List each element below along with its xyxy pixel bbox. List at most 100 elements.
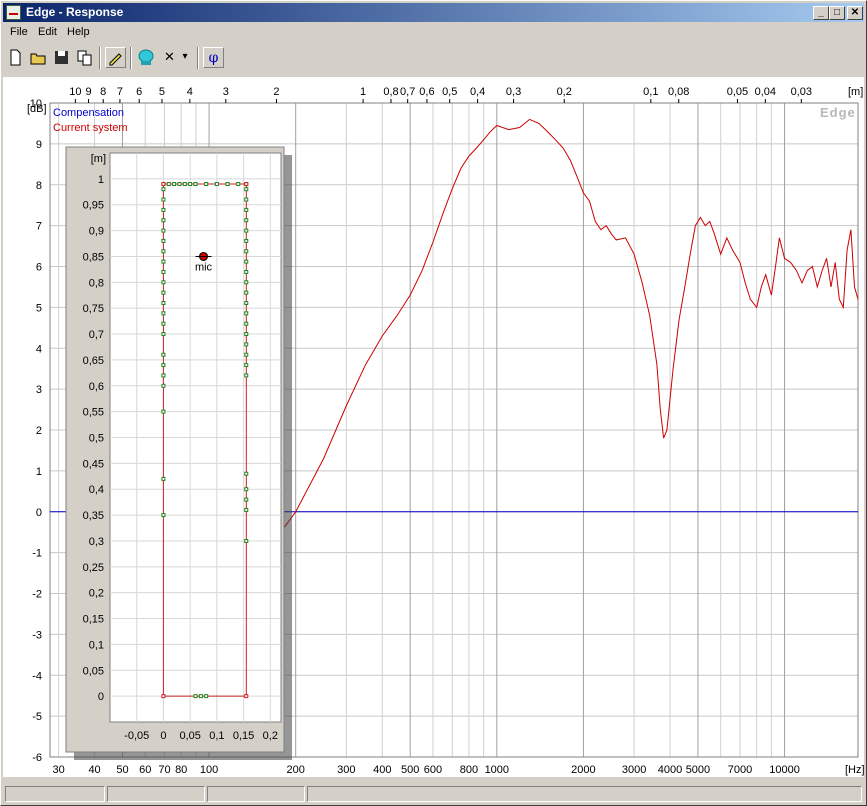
top-tick-label: 0,08: [668, 86, 689, 98]
y-tick-label: -4: [32, 670, 42, 682]
source-marker: [161, 476, 166, 481]
x-tick-label: 30: [52, 764, 64, 776]
source-marker: [161, 249, 166, 254]
response-plot[interactable]: 10 9 8 7 6 5 4 3 2 1 0 -1 -2 -3 -4 -5 -6 [dB] 30 40 50 60 70 80…: [3, 77, 865, 777]
x-tick-label: 300: [337, 764, 355, 776]
x-tick-label: 5000: [686, 764, 710, 776]
status-panel-2: [107, 786, 205, 802]
top-tick-label: 0,6: [419, 86, 434, 98]
copy-icon[interactable]: [74, 47, 95, 68]
top-tick-label: 3: [223, 86, 229, 98]
inset-y-tick-label: 0,2: [89, 588, 104, 600]
source-marker: [161, 228, 166, 233]
menu-edit[interactable]: Edit: [38, 26, 57, 38]
x-unit-label: [Hz]: [845, 764, 864, 776]
source-marker: [244, 290, 249, 295]
legend-entry: Compensation: [53, 107, 124, 119]
y-tick-label: -1: [32, 548, 42, 560]
y-tick-label: 7: [36, 221, 42, 233]
inset-y-tick-label: 0,35: [83, 510, 104, 522]
source-marker: [182, 182, 187, 187]
source-marker: [244, 352, 249, 357]
source-marker: [166, 182, 171, 187]
source-marker: [244, 363, 249, 368]
top-tick-label: 0,04: [755, 86, 776, 98]
inset-y-tick-label: 0,4: [89, 484, 104, 496]
maximize-button[interactable]: □: [829, 6, 845, 20]
response-chart[interactable]: 109876543210-1-2-3-4-5-6[dB]30 40 50 60 70 80…: [3, 77, 865, 777]
title-bar[interactable]: Edge - Response _ □ ✕: [3, 3, 864, 22]
close-x-icon[interactable]: ✕: [159, 47, 180, 68]
source-marker: [161, 218, 166, 223]
top-tick-label: 9: [85, 86, 91, 98]
source-marker: [161, 383, 166, 388]
x-tick-label: 2000: [571, 764, 595, 776]
source-marker: [161, 363, 166, 368]
window-title: Edge - Response: [26, 5, 124, 19]
corner-marker: [244, 694, 249, 699]
source-marker: [244, 342, 249, 347]
new-file-icon[interactable]: [5, 47, 26, 68]
menu-bar: File Edit Help: [3, 23, 864, 42]
room-inset[interactable]: 1 0,95 0,9 0,85 0,8 0,75 0,7 0,65 0,6 0,55 0,5 0,45…: [65, 146, 292, 760]
y-tick-label: -6: [32, 752, 42, 764]
status-panel-3: [207, 786, 305, 802]
speaker-icon[interactable]: [136, 47, 157, 68]
source-marker: [244, 321, 249, 326]
y-tick-label: -3: [32, 629, 42, 641]
dropdown-arrow-icon[interactable]: ▾: [179, 47, 191, 68]
corner-marker: [161, 694, 166, 699]
top-tick-label: 8: [100, 86, 106, 98]
source-marker: [236, 182, 241, 187]
source-marker: [244, 207, 249, 212]
inset-x-tick-label: 0,05: [179, 730, 200, 742]
inset-y-tick-label: 0,5: [89, 433, 104, 445]
source-marker: [204, 694, 209, 699]
source-marker: [244, 311, 249, 316]
status-panel-1: [5, 786, 105, 802]
inset-y-tick-label: 0,25: [83, 562, 104, 574]
top-tick-label: 6: [136, 86, 142, 98]
x-tick-label: 60: [139, 764, 151, 776]
top-tick-label: 0,2: [557, 86, 572, 98]
save-icon[interactable]: [51, 47, 72, 68]
inset-y-unit-label: [m]: [91, 153, 106, 165]
y-tick-label: 8: [36, 180, 42, 192]
source-marker: [193, 694, 198, 699]
pencil-icon[interactable]: [105, 47, 126, 68]
y-tick-label: 2: [36, 425, 42, 437]
inset-x-tick-label: 0: [160, 730, 166, 742]
inset-y-tick-label: 0,85: [83, 251, 104, 263]
top-tick-label: 0,05: [727, 86, 748, 98]
menu-file[interactable]: File: [10, 26, 28, 38]
inset-y-tick-label: 0,15: [83, 614, 104, 626]
close-button[interactable]: ✕: [847, 6, 863, 20]
source-marker: [161, 269, 166, 274]
status-bar: [3, 784, 864, 804]
corner-marker: [244, 182, 249, 187]
inset-y-tick-label: 0,65: [83, 355, 104, 367]
menu-help[interactable]: Help: [67, 26, 90, 38]
source-marker: [161, 409, 166, 414]
top-tick-label: 7: [117, 86, 123, 98]
source-marker: [244, 487, 249, 492]
top-tick-label: 5: [159, 86, 165, 98]
toolbar: ✕ ▾ φ: [3, 43, 864, 71]
y-tick-label: 5: [36, 302, 42, 314]
inset-y-tick-label: 0,1: [89, 639, 104, 651]
open-folder-icon[interactable]: [28, 47, 49, 68]
inset-x-tick-label: 0,1: [209, 730, 224, 742]
inset-y-tick-label: 0,45: [83, 458, 104, 470]
x-tick-label: 4000: [658, 764, 682, 776]
x-tick-label: 3000: [622, 764, 646, 776]
source-marker: [244, 373, 249, 378]
source-marker: [225, 182, 230, 187]
top-tick-label: 0,5: [442, 86, 457, 98]
top-tick-label: 0,4: [470, 86, 485, 98]
y-tick-label: 0: [36, 507, 42, 519]
phi-icon[interactable]: φ: [203, 47, 224, 68]
minimize-button[interactable]: _: [813, 6, 829, 20]
source-marker: [244, 538, 249, 543]
legend-entry: Current system: [53, 122, 128, 134]
source-marker: [204, 182, 209, 187]
